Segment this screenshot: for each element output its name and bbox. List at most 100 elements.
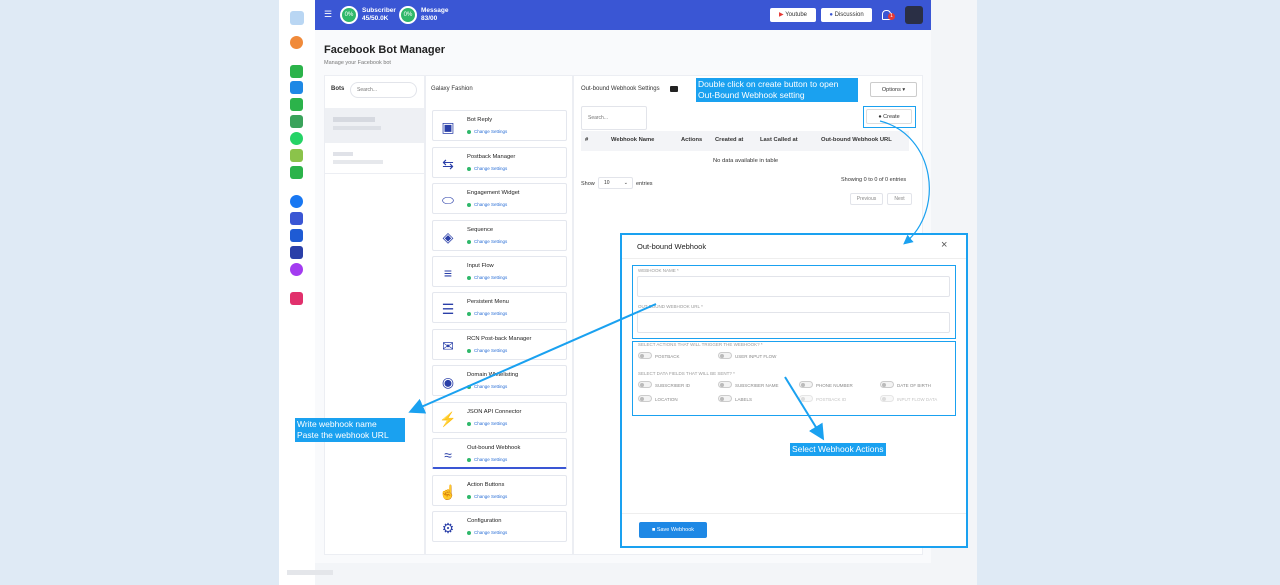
bot-list-item-selected[interactable]: [325, 108, 424, 143]
hand-pointer-icon: ☝: [439, 484, 457, 500]
save-webhook-button[interactable]: ■ Save Webhook: [639, 522, 707, 538]
chevron-down-icon: ⌄: [623, 180, 628, 186]
whatsapp-icon[interactable]: [290, 65, 303, 78]
campaign-icon[interactable]: [290, 115, 303, 128]
bot-name-blurred: [333, 117, 375, 122]
close-icon[interactable]: ×: [941, 240, 947, 251]
entries-label: entries: [636, 181, 653, 187]
bots-label: Bots: [331, 86, 345, 92]
messenger-icon[interactable]: [290, 263, 303, 276]
save-icon: ■: [651, 527, 656, 533]
card-domain-whitelisting[interactable]: ◉ Domain Whitelisting Change Settings: [432, 365, 567, 396]
card-action-buttons[interactable]: ☝ Action Buttons Change Settings: [432, 475, 567, 506]
select-actions-callout: Select Webhook Actions: [790, 443, 886, 456]
shopping-bag-icon[interactable]: [290, 166, 303, 179]
card-json-api-connector[interactable]: ⚡ JSON API Connector Change Settings: [432, 402, 567, 433]
change-settings-link[interactable]: Change Settings: [467, 239, 507, 244]
bot-panel-title: Galaxy Fashion: [431, 86, 473, 92]
footer-blurred: [287, 570, 333, 575]
next-button[interactable]: Next: [887, 193, 912, 205]
bot-icon[interactable]: [290, 81, 303, 94]
empty-table-text: No data available in table: [713, 158, 779, 164]
wifi-icon: ≈: [444, 447, 452, 463]
change-settings-link[interactable]: Change Settings: [467, 311, 507, 316]
col-created-at[interactable]: Created at: [715, 137, 743, 143]
change-settings-link[interactable]: Change Settings: [467, 384, 507, 389]
change-settings-link[interactable]: Change Settings: [467, 129, 507, 134]
page-length-select[interactable]: 10 ⌄: [598, 177, 633, 189]
card-configuration[interactable]: ⚙ Configuration Change Settings: [432, 511, 567, 542]
notification-badge: 1: [888, 13, 895, 20]
create-highlight: [863, 106, 916, 128]
bot-list-item[interactable]: [325, 144, 424, 174]
broadcast-icon[interactable]: [290, 246, 303, 259]
card-bot-reply[interactable]: ▣ Bot Reply Change Settings: [432, 110, 567, 141]
bots-search-input[interactable]: [350, 82, 417, 98]
modal-title: Out-bound Webhook: [637, 242, 707, 251]
card-input-flow[interactable]: ≡ Input Flow Change Settings: [432, 256, 567, 287]
widget-icon: ⬭: [442, 192, 454, 208]
options-button[interactable]: Options ▾: [870, 82, 917, 97]
dashboard-icon[interactable]: [290, 36, 303, 49]
fb-bot-icon[interactable]: [290, 212, 303, 225]
menu-icon: ☰: [441, 301, 455, 317]
youtube-button[interactable]: ▶ Youtube: [770, 8, 816, 22]
plugin-icon[interactable]: [290, 149, 303, 162]
page-subtitle: Manage your Facebook bot: [324, 60, 391, 66]
globe-icon: ◉: [441, 374, 455, 390]
col-last-called-at[interactable]: Last Called at: [760, 137, 798, 143]
card-sequence[interactable]: ◈ Sequence Change Settings: [432, 220, 567, 251]
change-settings-link[interactable]: Change Settings: [467, 457, 507, 462]
change-settings-link[interactable]: Change Settings: [467, 166, 507, 171]
col-webhook-url[interactable]: Out-bound Webhook URL: [821, 137, 892, 143]
change-settings-link[interactable]: Change Settings: [467, 275, 507, 280]
whatsapp-chat-icon[interactable]: [290, 132, 303, 145]
card-postback-manager[interactable]: ⇆ Postback Manager Change Settings: [432, 147, 567, 178]
stack-icon: ≡: [443, 265, 453, 281]
youtube-icon: ▶: [779, 12, 784, 18]
subscriber-progress: 0%: [340, 6, 358, 24]
sheet-icon[interactable]: [290, 98, 303, 111]
gear-icon: ⚙: [441, 520, 455, 536]
change-settings-link[interactable]: Change Settings: [467, 202, 507, 207]
show-label: Show: [581, 181, 595, 187]
page-title: Facebook Bot Manager: [324, 44, 446, 56]
users-icon: ●: [829, 12, 833, 18]
actions-highlight: [632, 341, 956, 416]
modal-divider: [622, 258, 966, 259]
col-actions[interactable]: Actions: [681, 137, 702, 143]
arrows-icon: ⇆: [442, 156, 454, 172]
card-rcn-postback-manager[interactable]: ✉ RCN Post-back Manager Change Settings: [432, 329, 567, 360]
bot-id-blurred: [333, 126, 381, 130]
discussion-button[interactable]: ● Discussion: [821, 8, 872, 22]
card-outbound-webhook[interactable]: ≈ Out-bound Webhook Change Settings: [432, 438, 567, 469]
subscriber-stat: Subscriber 45/50.0K: [362, 7, 396, 22]
change-settings-link[interactable]: Change Settings: [467, 530, 507, 535]
message-stat: Message 83/00: [421, 7, 449, 22]
facebook-icon[interactable]: [290, 195, 303, 208]
webhook-search-input[interactable]: [581, 106, 647, 130]
hamburger-icon[interactable]: ☰: [324, 10, 332, 19]
change-settings-link[interactable]: Change Settings: [467, 348, 507, 353]
create-hint-callout: Double click on create button to open Out…: [696, 78, 858, 102]
card-engagement-widget[interactable]: ⬭ Engagement Widget Change Settings: [432, 183, 567, 214]
plug-icon: ⚡: [439, 411, 457, 427]
col-number[interactable]: #: [585, 137, 588, 143]
col-webhook-name[interactable]: Webhook Name: [611, 137, 654, 143]
phone-icon[interactable]: [290, 229, 303, 242]
mail-icon: ✉: [442, 338, 454, 354]
robot-icon: ▣: [441, 119, 455, 135]
bot-id-blurred: [333, 160, 383, 164]
modal-footer-divider: [622, 513, 966, 514]
previous-button[interactable]: Previous: [850, 193, 883, 205]
webhook-settings-title: Out-bound Webhook Settings: [581, 86, 660, 92]
instagram-icon[interactable]: [290, 292, 303, 305]
card-persistent-menu[interactable]: ☰ Persistent Menu Change Settings: [432, 292, 567, 323]
logo-icon: [290, 11, 304, 25]
showing-info: Showing 0 to 0 of 0 entries: [841, 177, 907, 183]
video-icon[interactable]: [670, 86, 678, 92]
change-settings-link[interactable]: Change Settings: [467, 494, 507, 499]
change-settings-link[interactable]: Change Settings: [467, 421, 507, 426]
avatar[interactable]: [905, 6, 923, 24]
message-progress: 0%: [399, 6, 417, 24]
